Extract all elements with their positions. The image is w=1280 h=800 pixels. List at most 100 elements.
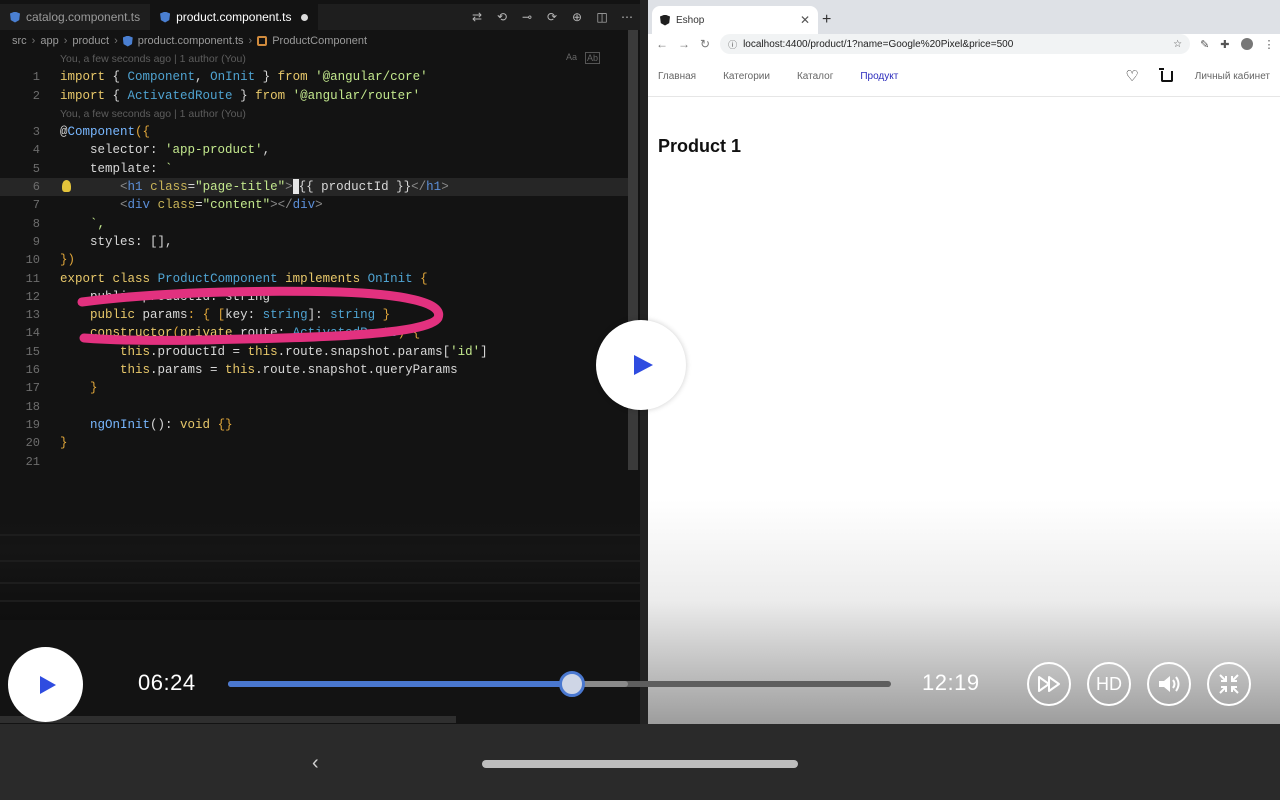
code-line[interactable]: 21: [0, 453, 628, 471]
url-text: localhost:4400/product/1?name=Google%20P…: [743, 38, 1014, 50]
profile-avatar-icon[interactable]: [1240, 37, 1253, 50]
forward-arrow-icon[interactable]: →: [678, 37, 690, 51]
bookmark-star-icon[interactable]: ☆: [1173, 39, 1182, 50]
browser-menu-icon[interactable]: ⋮: [1264, 38, 1275, 51]
volume-icon: [1159, 676, 1180, 692]
exit-fullscreen-button[interactable]: [1207, 662, 1251, 706]
browser-window: Eshop ✕ + ← → ↻ ⓘ localhost:4400/product…: [648, 0, 1280, 724]
angular-file-icon: [122, 35, 133, 47]
chevron-right-icon: ›: [248, 35, 253, 47]
hd-quality-button[interactable]: HD: [1087, 662, 1131, 706]
seek-handle[interactable]: [559, 671, 586, 697]
chevron-right-icon: ›: [63, 35, 68, 47]
code-line[interactable]: 3 @Component({: [0, 123, 628, 141]
nav-product[interactable]: Продукт: [860, 71, 898, 82]
system-navigation-bar: ‹: [0, 724, 1280, 800]
code-line[interactable]: 4 selector: 'app-product',: [0, 141, 628, 159]
tab-label: catalog.component.ts: [26, 10, 141, 24]
video-artifact-band: [0, 520, 640, 620]
more-actions-icon[interactable]: ⋯: [620, 10, 634, 24]
split-editor-icon[interactable]: ◫: [595, 10, 609, 24]
code-line[interactable]: 9 styles: [],: [0, 233, 628, 251]
address-bar[interactable]: ⓘ localhost:4400/product/1?name=Google%2…: [720, 34, 1191, 54]
site-nav-actions: ♡ Личный кабинет: [1125, 67, 1270, 85]
nav-catalog[interactable]: Каталог: [797, 71, 833, 82]
compare-icon[interactable]: ⇄: [470, 10, 484, 24]
code-line[interactable]: 1 import { Component, OnInit } from '@ang…: [0, 68, 628, 86]
code-line[interactable]: 19 ngOnInit(): void {}: [0, 416, 628, 434]
go-forward-icon[interactable]: ⟳: [545, 10, 559, 24]
duration-time: 12:19: [922, 670, 980, 695]
class-symbol-icon: [257, 36, 268, 46]
code-area[interactable]: You, a few seconds ago | 1 author (You) …: [0, 50, 628, 471]
code-line-current[interactable]: 6 <h1 class="page-title">{{ productId }}…: [0, 178, 628, 197]
code-line[interactable]: 5 template: `: [0, 160, 628, 178]
shopping-cart-icon[interactable]: [1158, 67, 1173, 82]
browser-tab-eshop[interactable]: Eshop ✕: [652, 6, 818, 34]
browser-tab-strip: Eshop ✕ +: [648, 0, 1280, 34]
breadcrumb-src[interactable]: src: [12, 35, 27, 47]
account-link[interactable]: Личный кабинет: [1195, 71, 1270, 82]
nav-categories[interactable]: Категории: [723, 71, 770, 82]
current-time: 06:24: [138, 670, 196, 695]
home-gesture-pill[interactable]: [482, 760, 798, 768]
reload-icon[interactable]: ↻: [700, 37, 710, 51]
go-back-icon[interactable]: ⟲: [495, 10, 509, 24]
blame-annotation: You, a few seconds ago | 1 author (You): [60, 53, 246, 65]
seek-bar[interactable]: [228, 671, 891, 697]
skip-forward-button[interactable]: [1027, 662, 1071, 706]
angular-file-icon: [10, 11, 20, 23]
editor-horizontal-scrollbar[interactable]: [0, 716, 456, 723]
puzzle-extensions-icon[interactable]: ✚: [1220, 38, 1229, 51]
code-line[interactable]: 18: [0, 398, 628, 416]
extension-icon[interactable]: ✎: [1200, 38, 1209, 51]
code-line[interactable]: 14 constructor(private route: ActivatedR…: [0, 324, 628, 342]
hd-label: HD: [1096, 673, 1122, 694]
browser-tab-title: Eshop: [676, 14, 705, 26]
skip-forward-icon: [1038, 676, 1060, 692]
back-arrow-icon[interactable]: ←: [656, 37, 668, 51]
tab-catalog-component[interactable]: catalog.component.ts: [0, 4, 150, 30]
site-info-icon[interactable]: ⓘ: [728, 38, 737, 51]
code-line[interactable]: 15 this.productId = this.route.snapshot.…: [0, 343, 628, 361]
code-editor: catalog.component.ts product.component.t…: [0, 0, 640, 724]
code-line[interactable]: 12 public productId: string: [0, 288, 628, 306]
unsaved-dot-icon[interactable]: [301, 13, 309, 21]
exit-fullscreen-icon: [1219, 674, 1239, 694]
tab-label: product.component.ts: [176, 10, 292, 24]
browser-extensions: ✎ ✚ ⋮: [1200, 37, 1275, 51]
commit-icon[interactable]: ⊸: [520, 10, 534, 24]
site-navigation: Главная Категории Каталог Продукт ♡ Личн…: [648, 56, 1280, 97]
chevron-right-icon: ›: [31, 35, 36, 47]
center-play-button[interactable]: [596, 320, 686, 410]
seek-progress: [228, 681, 573, 687]
back-chevron-icon[interactable]: ‹: [312, 752, 319, 775]
favorites-heart-icon[interactable]: ♡: [1125, 67, 1138, 85]
code-line[interactable]: 16 this.params = this.route.snapshot.que…: [0, 361, 628, 379]
code-line[interactable]: 7 <div class="content"></div>: [0, 196, 628, 214]
close-tab-icon[interactable]: ✕: [800, 13, 810, 27]
new-tab-icon[interactable]: +: [822, 11, 831, 29]
page-title: Product 1: [658, 136, 742, 156]
play-button[interactable]: [8, 647, 83, 722]
volume-button[interactable]: [1147, 662, 1191, 706]
code-line[interactable]: 20}: [0, 434, 628, 452]
code-line[interactable]: 13 public params: { [key: string]: strin…: [0, 306, 628, 324]
tab-product-component[interactable]: product.component.ts: [150, 4, 319, 30]
code-line[interactable]: 8 `,: [0, 215, 628, 233]
breadcrumb-product[interactable]: product: [72, 35, 109, 47]
blame-annotation: You, a few seconds ago | 1 author (You): [60, 107, 246, 120]
chevron-right-icon: ›: [114, 35, 118, 47]
code-line[interactable]: 11 export class ProductComponent implemen…: [0, 270, 628, 288]
code-line[interactable]: 10}): [0, 251, 628, 269]
live-share-icon[interactable]: ⊕: [570, 10, 584, 24]
angular-favicon-icon: [660, 14, 670, 26]
play-icon: [634, 355, 653, 375]
breadcrumb-file[interactable]: product.component.ts: [138, 35, 244, 47]
breadcrumb-symbol[interactable]: ProductComponent: [272, 35, 367, 47]
code-line[interactable]: 17 }: [0, 379, 628, 397]
breadcrumb: src › app › product › product.component.…: [12, 33, 367, 49]
code-line[interactable]: 2 import { ActivatedRoute } from '@angula…: [0, 87, 628, 105]
breadcrumb-app[interactable]: app: [40, 35, 58, 47]
nav-home[interactable]: Главная: [658, 71, 696, 82]
